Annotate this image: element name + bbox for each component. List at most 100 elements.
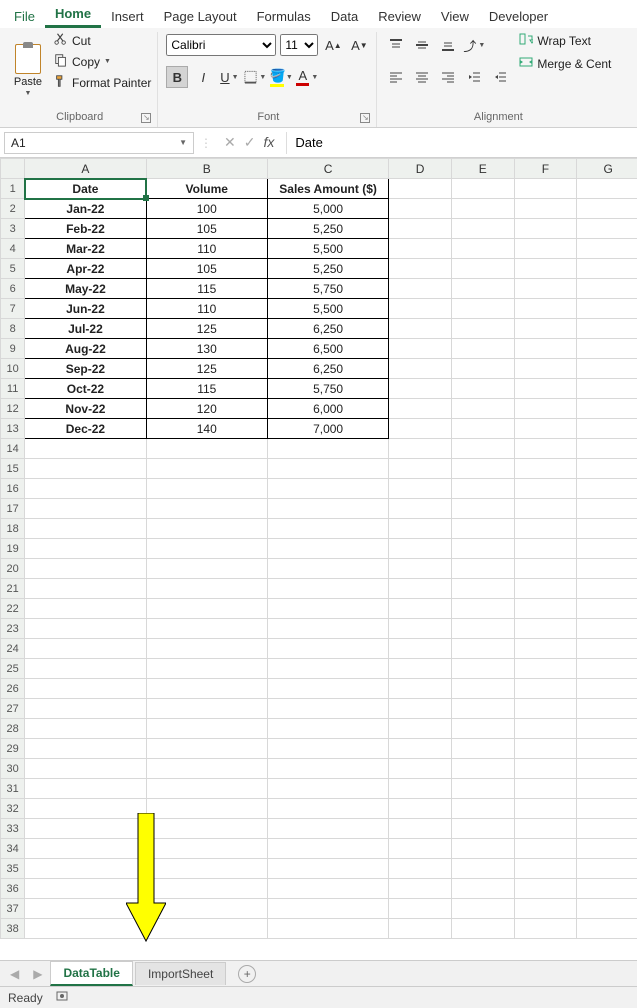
cell-A5[interactable]: Apr-22: [25, 259, 146, 279]
cell-D18[interactable]: [389, 519, 452, 539]
col-header-G[interactable]: G: [577, 159, 637, 179]
row-header-5[interactable]: 5: [1, 259, 25, 279]
cell-C24[interactable]: [267, 639, 388, 659]
align-left-button[interactable]: [385, 66, 407, 88]
cell-C35[interactable]: [267, 859, 388, 879]
cell-C21[interactable]: [267, 579, 388, 599]
cell-E3[interactable]: [451, 219, 514, 239]
cell-A7[interactable]: Jun-22: [25, 299, 146, 319]
cell-C33[interactable]: [267, 819, 388, 839]
cancel-icon[interactable]: ✕: [224, 134, 236, 151]
tab-view[interactable]: View: [431, 3, 479, 28]
cell-A38[interactable]: [25, 919, 146, 939]
cell-F15[interactable]: [514, 459, 577, 479]
cell-B12[interactable]: 120: [146, 399, 267, 419]
cell-B1[interactable]: Volume: [146, 179, 267, 199]
cell-C34[interactable]: [267, 839, 388, 859]
cell-F38[interactable]: [514, 919, 577, 939]
cell-G15[interactable]: [577, 459, 637, 479]
cell-G10[interactable]: [577, 359, 637, 379]
cell-F17[interactable]: [514, 499, 577, 519]
cell-B5[interactable]: 105: [146, 259, 267, 279]
cell-G30[interactable]: [577, 759, 637, 779]
cell-F21[interactable]: [514, 579, 577, 599]
cell-D30[interactable]: [389, 759, 452, 779]
cell-G37[interactable]: [577, 899, 637, 919]
cell-C36[interactable]: [267, 879, 388, 899]
cell-D10[interactable]: [389, 359, 452, 379]
sheet-nav-next[interactable]: ▶: [27, 967, 48, 981]
align-top-button[interactable]: [385, 34, 407, 56]
cell-B18[interactable]: [146, 519, 267, 539]
row-header-4[interactable]: 4: [1, 239, 25, 259]
cell-F5[interactable]: [514, 259, 577, 279]
cell-A35[interactable]: [25, 859, 146, 879]
tab-data[interactable]: Data: [321, 3, 368, 28]
cell-B8[interactable]: 125: [146, 319, 267, 339]
cell-C19[interactable]: [267, 539, 388, 559]
cell-C5[interactable]: 5,250: [267, 259, 388, 279]
cell-D37[interactable]: [389, 899, 452, 919]
cell-D13[interactable]: [389, 419, 452, 439]
bold-button[interactable]: B: [166, 66, 188, 88]
cell-B30[interactable]: [146, 759, 267, 779]
cell-A20[interactable]: [25, 559, 146, 579]
cell-C2[interactable]: 5,000: [267, 199, 388, 219]
font-size-select[interactable]: 11: [280, 34, 318, 56]
cell-C6[interactable]: 5,750: [267, 279, 388, 299]
cell-F29[interactable]: [514, 739, 577, 759]
cell-A17[interactable]: [25, 499, 146, 519]
cell-C8[interactable]: 6,250: [267, 319, 388, 339]
row-header-6[interactable]: 6: [1, 279, 25, 299]
cell-E11[interactable]: [451, 379, 514, 399]
cell-A24[interactable]: [25, 639, 146, 659]
cell-B28[interactable]: [146, 719, 267, 739]
cell-A34[interactable]: [25, 839, 146, 859]
cell-G24[interactable]: [577, 639, 637, 659]
tab-page-layout[interactable]: Page Layout: [154, 3, 247, 28]
cell-E31[interactable]: [451, 779, 514, 799]
row-header-3[interactable]: 3: [1, 219, 25, 239]
cell-D11[interactable]: [389, 379, 452, 399]
cell-G2[interactable]: [577, 199, 637, 219]
cell-A22[interactable]: [25, 599, 146, 619]
row-header-18[interactable]: 18: [1, 519, 25, 539]
row-header-38[interactable]: 38: [1, 919, 25, 939]
sheet-nav-prev[interactable]: ◀: [4, 967, 25, 981]
tab-formulas[interactable]: Formulas: [247, 3, 321, 28]
cell-B24[interactable]: [146, 639, 267, 659]
cell-G25[interactable]: [577, 659, 637, 679]
cell-A2[interactable]: Jan-22: [25, 199, 146, 219]
cell-D15[interactable]: [389, 459, 452, 479]
cell-C22[interactable]: [267, 599, 388, 619]
cell-A13[interactable]: Dec-22: [25, 419, 146, 439]
align-center-button[interactable]: [411, 66, 433, 88]
fill-color-button[interactable]: 🪣▼: [270, 66, 292, 88]
cell-A12[interactable]: Nov-22: [25, 399, 146, 419]
cell-E34[interactable]: [451, 839, 514, 859]
cell-G13[interactable]: [577, 419, 637, 439]
copy-button[interactable]: Copy ▼: [54, 53, 151, 70]
row-header-16[interactable]: 16: [1, 479, 25, 499]
cell-E12[interactable]: [451, 399, 514, 419]
cell-G19[interactable]: [577, 539, 637, 559]
cell-C18[interactable]: [267, 519, 388, 539]
row-header-35[interactable]: 35: [1, 859, 25, 879]
cell-D4[interactable]: [389, 239, 452, 259]
cell-F37[interactable]: [514, 899, 577, 919]
cell-B37[interactable]: [146, 899, 267, 919]
cell-D38[interactable]: [389, 919, 452, 939]
font-launcher[interactable]: ↘: [360, 113, 370, 123]
font-name-select[interactable]: Calibri: [166, 34, 276, 56]
cell-A11[interactable]: Oct-22: [25, 379, 146, 399]
cell-B3[interactable]: 105: [146, 219, 267, 239]
cell-F10[interactable]: [514, 359, 577, 379]
row-header-19[interactable]: 19: [1, 539, 25, 559]
cell-C30[interactable]: [267, 759, 388, 779]
cell-D31[interactable]: [389, 779, 452, 799]
cell-E17[interactable]: [451, 499, 514, 519]
cell-D8[interactable]: [389, 319, 452, 339]
row-header-37[interactable]: 37: [1, 899, 25, 919]
cell-A10[interactable]: Sep-22: [25, 359, 146, 379]
cell-G32[interactable]: [577, 799, 637, 819]
